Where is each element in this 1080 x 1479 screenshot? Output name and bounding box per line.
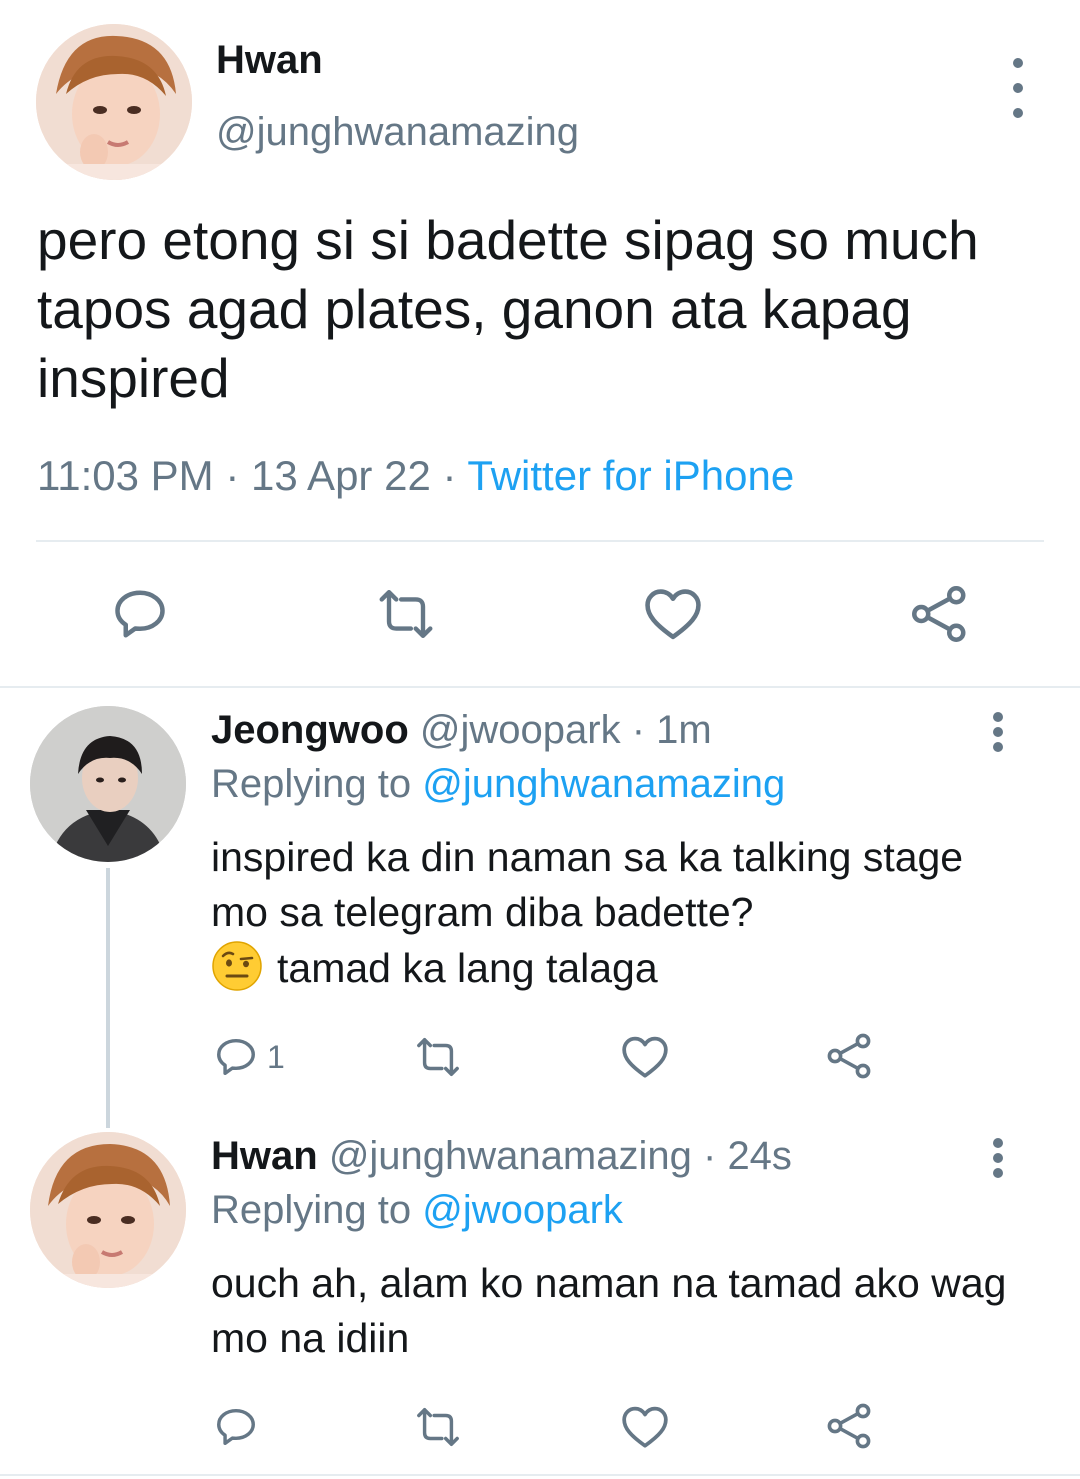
author-display-name[interactable]: Hwan bbox=[216, 38, 323, 83]
retweet-icon bbox=[417, 1408, 459, 1446]
tweet-meta: 11:03 PM · 13 Apr 22 · Twitter for iPhon… bbox=[37, 452, 794, 500]
replying-to: Replying to @jwoopark bbox=[211, 1188, 623, 1233]
reply-display-name[interactable]: Hwan bbox=[211, 1134, 318, 1178]
reply-display-name[interactable]: Jeongwoo bbox=[211, 708, 409, 752]
reply-icon bbox=[217, 1038, 255, 1076]
thread-connector bbox=[106, 868, 110, 1128]
heart-icon bbox=[622, 1406, 668, 1448]
share-icon bbox=[912, 586, 966, 643]
meta-separator: · bbox=[430, 452, 468, 499]
reply-button[interactable] bbox=[213, 1404, 259, 1450]
reply-text-tail: tamad ka lang talaga bbox=[277, 945, 658, 991]
reply-avatar-image bbox=[30, 1132, 186, 1288]
retweet-button[interactable] bbox=[410, 1034, 466, 1080]
heart-icon bbox=[622, 1036, 668, 1078]
retweet-button[interactable] bbox=[372, 584, 440, 644]
meta-separator: · bbox=[213, 452, 251, 499]
reply-avatar-image bbox=[30, 706, 186, 862]
more-options-icon[interactable] bbox=[983, 712, 1013, 752]
author-avatar-image bbox=[36, 24, 192, 180]
like-button[interactable] bbox=[620, 1034, 670, 1080]
replying-to-link[interactable]: @jwoopark bbox=[422, 1188, 623, 1232]
reply-icon bbox=[217, 1408, 255, 1446]
reply-handle[interactable]: @junghwanamazing bbox=[329, 1134, 692, 1178]
retweet-button[interactable] bbox=[410, 1404, 466, 1450]
replying-to: Replying to @junghwanamazing bbox=[211, 762, 785, 807]
replying-label: Replying to bbox=[211, 1188, 412, 1232]
reply-avatar[interactable] bbox=[30, 706, 186, 862]
share-button[interactable] bbox=[826, 1402, 874, 1450]
reply-button[interactable]: 1 bbox=[213, 1034, 285, 1080]
share-icon bbox=[827, 1403, 871, 1449]
tweet-date[interactable]: 13 Apr 22 bbox=[251, 452, 431, 499]
more-options-icon[interactable] bbox=[1003, 58, 1033, 118]
replying-label: Replying to bbox=[211, 762, 412, 806]
header-separator: · bbox=[702, 1134, 717, 1178]
tweet-time: 11:03 PM bbox=[37, 452, 214, 499]
reply-text-body: inspired ka din naman sa ka talking stag… bbox=[211, 834, 964, 935]
reply-handle[interactable]: @jwoopark bbox=[420, 708, 621, 752]
reply-header: Jeongwoo @jwoopark · 1m bbox=[211, 708, 712, 753]
reply-avatar[interactable] bbox=[30, 1132, 186, 1288]
meta-divider bbox=[36, 540, 1044, 542]
replying-to-link[interactable]: @junghwanamazing bbox=[422, 762, 785, 806]
author-handle[interactable]: @junghwanamazing bbox=[216, 110, 579, 155]
header-separator: · bbox=[631, 708, 646, 752]
share-icon bbox=[827, 1033, 871, 1079]
reply-icon bbox=[115, 590, 165, 638]
reply-text: ouch ah, alam ko naman na tamad ako wag … bbox=[211, 1260, 1007, 1361]
reply-text: inspired ka din naman sa ka talking stag… bbox=[211, 830, 1031, 996]
more-options-icon[interactable] bbox=[983, 1138, 1013, 1178]
reply-age[interactable]: 24s bbox=[727, 1134, 792, 1178]
section-divider bbox=[0, 686, 1080, 688]
reply-button[interactable] bbox=[110, 584, 170, 644]
retweet-icon bbox=[417, 1038, 459, 1076]
reply-age[interactable]: 1m bbox=[656, 708, 712, 752]
raised-eyebrow-emoji-icon bbox=[212, 941, 262, 991]
like-button[interactable] bbox=[620, 1404, 670, 1450]
reply-count: 1 bbox=[267, 1038, 285, 1075]
author-avatar[interactable] bbox=[36, 24, 192, 180]
share-button[interactable] bbox=[826, 1032, 874, 1080]
like-button[interactable] bbox=[642, 586, 704, 642]
reply-header: Hwan @junghwanamazing · 24s bbox=[211, 1134, 792, 1179]
tweet-text: pero etong si si badette sipag so much t… bbox=[37, 209, 979, 409]
bottom-divider bbox=[0, 1474, 1080, 1476]
heart-icon bbox=[645, 589, 701, 640]
retweet-icon bbox=[379, 589, 433, 639]
tweet-source-link[interactable]: Twitter for iPhone bbox=[467, 452, 794, 499]
share-button[interactable] bbox=[910, 584, 970, 644]
